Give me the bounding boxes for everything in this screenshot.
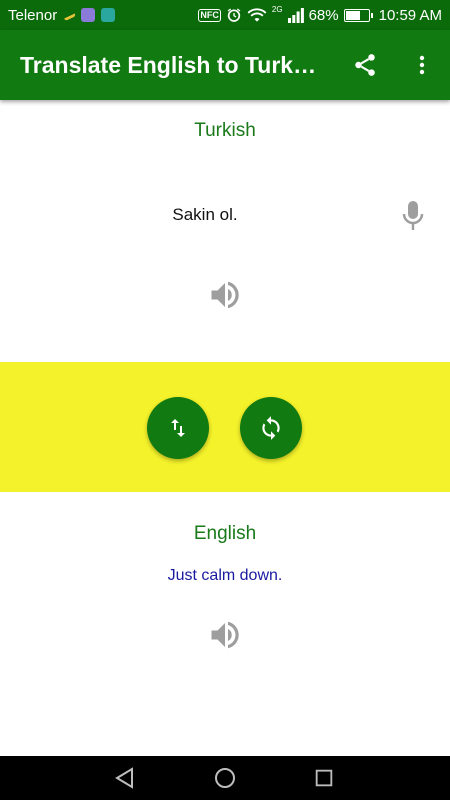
microphone-icon bbox=[402, 201, 424, 230]
source-text[interactable]: Sakin ol. bbox=[0, 205, 410, 225]
recents-button[interactable] bbox=[302, 756, 346, 800]
app-bar: Translate English to Turkish bbox=[0, 30, 450, 100]
speaker-icon bbox=[211, 621, 239, 649]
battery-icon bbox=[343, 8, 373, 22]
sync-icon bbox=[262, 416, 280, 440]
source-language-label: Turkish bbox=[194, 120, 256, 141]
nfc-icon: NFC bbox=[198, 8, 221, 22]
status-left: Telenor bbox=[8, 6, 116, 24]
back-button[interactable] bbox=[103, 756, 147, 800]
speaker-icon bbox=[211, 281, 239, 309]
cleaner-notification-icon bbox=[62, 8, 77, 22]
action-band bbox=[0, 362, 450, 492]
wifi-icon bbox=[247, 8, 267, 22]
clock: 10:59 AM bbox=[378, 6, 442, 24]
signal-icon bbox=[287, 7, 304, 23]
carrier-name: Telenor bbox=[8, 6, 58, 24]
network-type: 2G bbox=[271, 4, 283, 14]
recents-icon bbox=[315, 769, 333, 787]
translated-text: Just calm down. bbox=[167, 567, 283, 584]
app-notification-icon bbox=[81, 8, 96, 22]
swap-languages-button[interactable] bbox=[147, 397, 209, 459]
swap-vertical-icon bbox=[171, 419, 185, 437]
battery-percent: 68% bbox=[308, 6, 339, 24]
status-right: NFC 2G 68% 10:59 AM bbox=[198, 4, 442, 24]
more-options-button[interactable] bbox=[400, 30, 444, 100]
alarm-icon bbox=[227, 8, 241, 22]
back-icon bbox=[115, 767, 133, 789]
home-button[interactable] bbox=[203, 756, 247, 800]
speak-source-button[interactable] bbox=[204, 275, 246, 315]
share-icon bbox=[355, 54, 375, 76]
voice-input-button[interactable] bbox=[398, 198, 428, 234]
home-icon bbox=[215, 768, 235, 788]
speak-translation-button[interactable] bbox=[204, 615, 246, 655]
target-language-label: English bbox=[193, 523, 257, 544]
status-bar: Telenor NFC 2G 68% 10:59 AM bbox=[0, 0, 450, 30]
more-vert-icon bbox=[419, 55, 425, 75]
app-title: Translate English to Turkish bbox=[20, 51, 320, 78]
share-button[interactable] bbox=[343, 30, 387, 100]
translate-refresh-button[interactable] bbox=[240, 397, 302, 459]
navigation-bar bbox=[0, 756, 450, 800]
download-notification-icon bbox=[101, 8, 116, 22]
